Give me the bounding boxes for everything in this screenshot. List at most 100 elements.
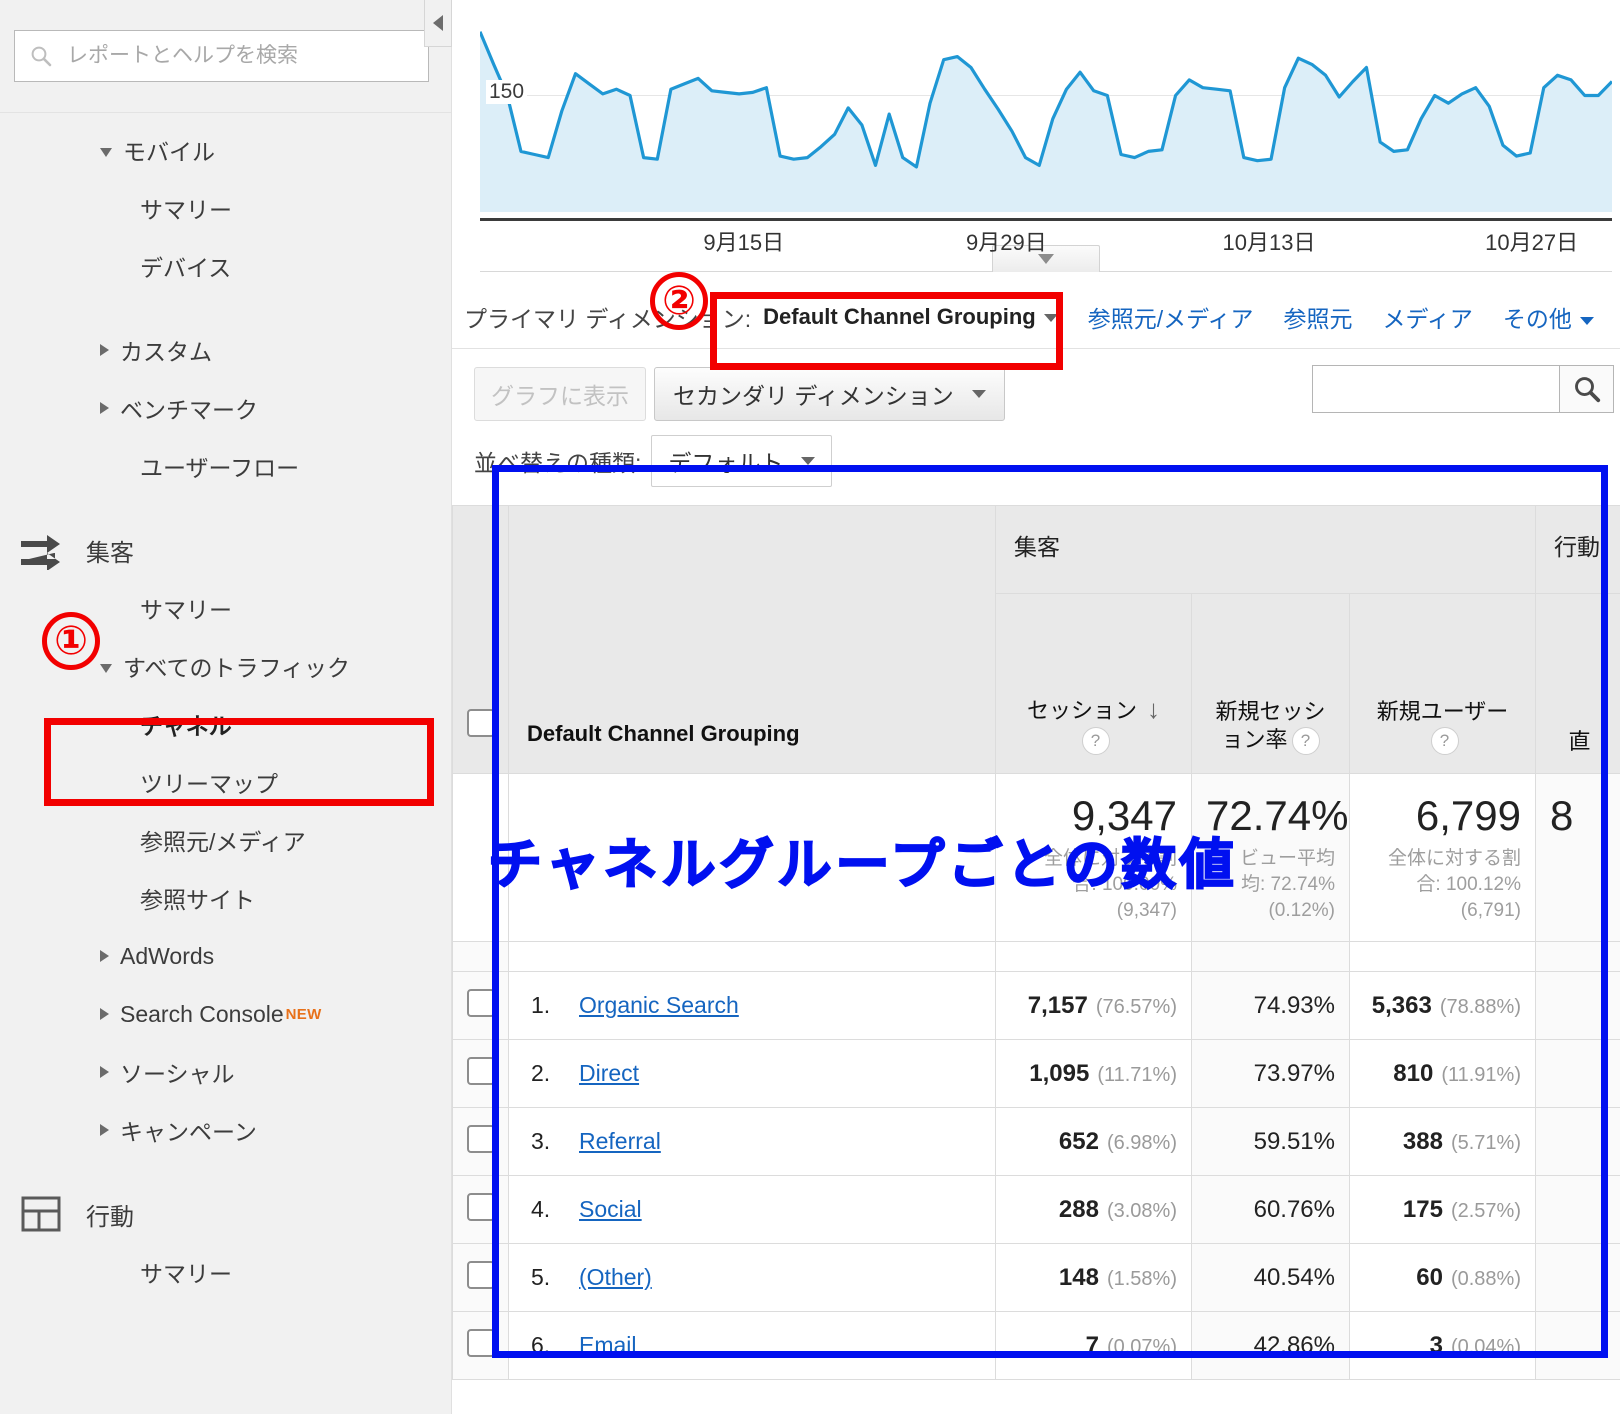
spacer-cell xyxy=(1191,941,1350,972)
dimension-column-header[interactable]: Default Channel Grouping xyxy=(508,505,996,774)
row-checkbox[interactable] xyxy=(466,988,495,1017)
spacer-cell xyxy=(1535,941,1620,972)
metric-header-new-users[interactable]: 新規ユーザー ? xyxy=(1349,593,1536,774)
chevron-right-icon[interactable] xyxy=(100,1008,109,1020)
sort-type-value: デフォルト xyxy=(668,450,784,476)
primary-dimension-selected-text: Default Channel Grouping xyxy=(763,304,1036,329)
secondary-dimension-button[interactable]: セカンダリ ディメンション xyxy=(654,367,1005,421)
table-row[interactable]: 3. Referral 652 (6.98%) 59.51% 388 (5.71%) xyxy=(452,1107,1620,1176)
metric-header-sessions[interactable]: セッション ↓ ? xyxy=(995,593,1192,774)
row-sessions-pct: (11.71%) xyxy=(1097,1063,1177,1086)
row-bounce-rate-cell xyxy=(1535,1311,1620,1380)
row-new-session-rate-cell: 59.51% xyxy=(1191,1107,1350,1176)
chevron-down-icon[interactable] xyxy=(100,663,112,673)
sidebar-item-ツリーマップ[interactable]: ツリーマップ xyxy=(0,753,451,811)
row-checkbox-cell[interactable] xyxy=(452,1243,509,1312)
row-checkbox[interactable] xyxy=(466,1056,495,1085)
sidebar-item-集客[interactable]: 集客 xyxy=(0,521,451,579)
sidebar-item-ベンチマーク[interactable]: ベンチマーク xyxy=(0,379,451,437)
row-checkbox[interactable] xyxy=(466,1260,495,1289)
sidebar-item-サマリー[interactable]: サマリー xyxy=(0,1243,451,1301)
dimension-link-source-medium[interactable]: 参照元/メディア xyxy=(1088,300,1254,334)
row-new-users-pct: (2.57%) xyxy=(1450,1199,1521,1222)
sidebar-item-デバイス[interactable]: デバイス xyxy=(0,237,451,295)
help-icon[interactable]: ? xyxy=(1430,727,1459,755)
sidebar-item-参照元-メディア[interactable]: 参照元/メディア xyxy=(0,811,451,869)
select-all-checkbox[interactable] xyxy=(466,709,495,737)
dimension-link-source[interactable]: 参照元 xyxy=(1284,300,1353,334)
row-checkbox[interactable] xyxy=(466,1328,495,1357)
plot-rows-button[interactable]: グラフに表示 xyxy=(474,367,646,421)
sidebar-nav: モバイル サマリー デバイス カスタム ベンチマーク ユーザーフロー 集客 サマリー すべてのト… xyxy=(0,113,451,1301)
row-channel-link[interactable]: (Other) xyxy=(579,1264,652,1290)
sidebar-item-チャネル[interactable]: チャネル xyxy=(0,695,451,753)
row-checkbox-cell[interactable] xyxy=(452,1107,509,1176)
row-bounce-rate-cell xyxy=(1535,971,1620,1040)
table-search-input[interactable] xyxy=(1312,365,1560,413)
sidebar-item-サマリー[interactable]: サマリー xyxy=(0,179,451,237)
dimension-link-other[interactable]: その他 xyxy=(1503,300,1594,334)
chevron-down-icon[interactable] xyxy=(100,147,112,157)
help-icon[interactable]: ? xyxy=(1291,727,1320,755)
row-new-users-pct: (0.88%) xyxy=(1450,1267,1521,1290)
sidebar-item-search-console[interactable]: Search Console NEW xyxy=(0,985,451,1043)
table-search-button[interactable] xyxy=(1560,365,1614,413)
summary-new-users-cell: 6,799 全体に対する割 合: 100.12% (6,791) xyxy=(1349,773,1536,942)
chevron-right-icon[interactable] xyxy=(100,402,109,414)
row-checkbox-cell[interactable] xyxy=(452,1039,509,1108)
primary-dimension-selected[interactable]: Default Channel Grouping xyxy=(763,304,1058,330)
sidebar-search-box[interactable] xyxy=(14,30,429,82)
sidebar-item-ユーザーフロー[interactable]: ユーザーフロー xyxy=(0,437,451,495)
row-new-session-rate-value: 74.93% xyxy=(1253,991,1335,1019)
table-row[interactable]: 6. Email 7 (0.07%) 42.86% 3 (0.04%) xyxy=(452,1311,1620,1380)
metric-header-new-session-rate[interactable]: 新規セッション率? xyxy=(1191,593,1350,774)
row-channel-link[interactable]: Social xyxy=(579,1196,642,1222)
chevron-right-icon[interactable] xyxy=(100,1066,109,1078)
row-sessions-cell: 148 (1.58%) xyxy=(995,1243,1192,1312)
sidebar-item-adwords[interactable]: AdWords xyxy=(0,927,451,985)
table-row[interactable]: 5. (Other) 148 (1.58%) 40.54% 60 (0.88%) xyxy=(452,1243,1620,1312)
table-row[interactable]: 1. Organic Search 7,157 (76.57%) 74.93% 5,363… xyxy=(452,971,1620,1040)
summary-bounce-rate-value: 8 xyxy=(1550,792,1574,839)
select-all-cell[interactable] xyxy=(452,505,509,774)
spacer-cell xyxy=(995,941,1192,972)
metric-header-bounce-rate[interactable]: 直 xyxy=(1535,593,1620,774)
row-checkbox[interactable] xyxy=(466,1192,495,1221)
help-icon[interactable]: ? xyxy=(1081,727,1110,755)
chart-x-tick-3: 10月27日 xyxy=(1485,230,1579,255)
dimension-link-medium[interactable]: メディア xyxy=(1383,300,1473,334)
sessions-timeline-chart[interactable] xyxy=(480,0,1612,221)
chevron-down-icon xyxy=(971,390,986,398)
table-row[interactable]: 2. Direct 1,095 (11.71%) 73.97% 810 (11.91%) xyxy=(452,1039,1620,1108)
sidebar-item-モバイル[interactable]: モバイル xyxy=(0,121,451,179)
row-channel-link[interactable]: Email xyxy=(579,1332,637,1358)
table-row[interactable]: 4. Social 288 (3.08%) 60.76% 175 (2.57%) xyxy=(452,1175,1620,1244)
row-new-users-value: 175 xyxy=(1402,1195,1443,1223)
row-checkbox-cell[interactable] xyxy=(452,971,509,1040)
row-channel-link[interactable]: Organic Search xyxy=(579,992,739,1018)
sidebar-item-カスタム[interactable]: カスタム xyxy=(0,321,451,379)
chevron-right-icon[interactable] xyxy=(100,1124,109,1136)
row-channel-link[interactable]: Direct xyxy=(579,1060,639,1086)
sidebar-collapse-button[interactable] xyxy=(424,0,452,47)
row-sessions-value: 288 xyxy=(1058,1195,1099,1223)
search-input[interactable] xyxy=(65,43,414,69)
sidebar-item-行動[interactable]: 行動 xyxy=(0,1185,451,1243)
summary-nu-sub-2: 合: 100.12% xyxy=(1416,874,1521,896)
row-checkbox[interactable] xyxy=(466,1124,495,1153)
secondary-dimension-label: セカンダリ ディメンション xyxy=(673,383,954,409)
chevron-right-icon[interactable] xyxy=(100,950,109,962)
sidebar-item-ソーシャル[interactable]: ソーシャル xyxy=(0,1043,451,1101)
row-new-users-value: 810 xyxy=(1393,1059,1434,1087)
row-checkbox-cell[interactable] xyxy=(452,1175,509,1244)
chevron-right-icon[interactable] xyxy=(100,344,109,356)
sidebar-item-キャンペーン[interactable]: キャンペーン xyxy=(0,1101,451,1159)
row-sessions-value: 148 xyxy=(1058,1263,1099,1291)
row-channel-link[interactable]: Referral xyxy=(579,1128,661,1154)
sidebar-item-label: 集客 xyxy=(86,539,134,567)
sidebar-item-参照サイト[interactable]: 参照サイト xyxy=(0,869,451,927)
row-checkbox-cell[interactable] xyxy=(452,1311,509,1380)
sort-type-select[interactable]: デフォルト xyxy=(651,435,833,487)
row-sessions-cell: 7 (0.07%) xyxy=(995,1311,1192,1380)
